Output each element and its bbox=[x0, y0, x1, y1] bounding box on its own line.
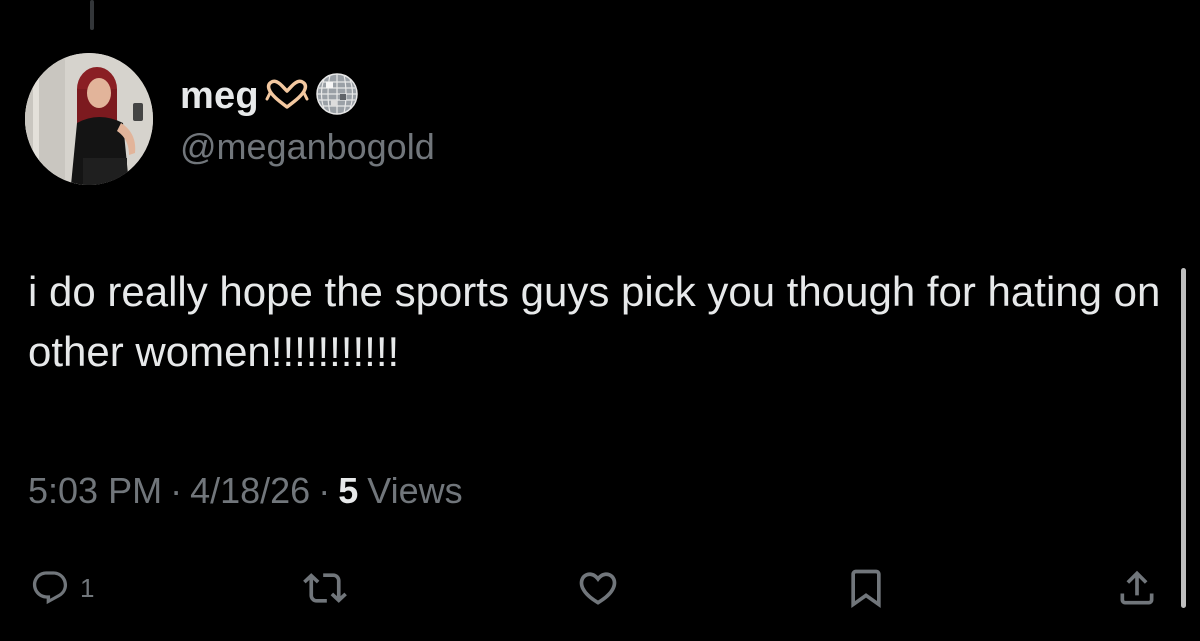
tweet-time[interactable]: 5:03 PM bbox=[28, 470, 162, 512]
meta-separator: · bbox=[170, 470, 183, 511]
tweet-date[interactable]: 4/18/26 bbox=[190, 470, 310, 512]
retweet-button[interactable] bbox=[303, 558, 347, 618]
share-button[interactable] bbox=[1115, 558, 1159, 618]
avatar[interactable] bbox=[25, 53, 153, 185]
heart-icon bbox=[579, 572, 617, 605]
views-count: 5 bbox=[338, 470, 359, 511]
author-name-row[interactable]: meg bbox=[180, 72, 359, 120]
heart-hands-emoji bbox=[265, 79, 309, 114]
display-name[interactable]: meg bbox=[180, 75, 259, 118]
avatar-photo bbox=[25, 53, 153, 185]
like-button[interactable] bbox=[576, 558, 620, 618]
tweet-text: i do really hope the sports guys pick yo… bbox=[28, 268, 1173, 375]
tweet-metadata: 5:03 PM · 4/18/26 · 5 Views bbox=[28, 470, 463, 512]
meta-separator: · bbox=[318, 470, 331, 511]
share-icon bbox=[1120, 570, 1154, 605]
bookmark-icon bbox=[851, 569, 881, 609]
author-handle[interactable]: @meganbogold bbox=[180, 126, 435, 168]
retweet-icon bbox=[303, 573, 347, 603]
reply-icon bbox=[32, 571, 68, 605]
mirror-ball-emoji bbox=[315, 72, 359, 121]
scrollbar[interactable] bbox=[1181, 268, 1186, 608]
views-label: Views bbox=[367, 470, 463, 511]
bookmark-button[interactable] bbox=[844, 558, 888, 618]
tweet-action-bar: 1 bbox=[0, 558, 1200, 618]
thread-connector-line bbox=[90, 0, 94, 30]
reply-button[interactable]: 1 bbox=[30, 558, 94, 618]
reply-count: 1 bbox=[80, 572, 95, 603]
